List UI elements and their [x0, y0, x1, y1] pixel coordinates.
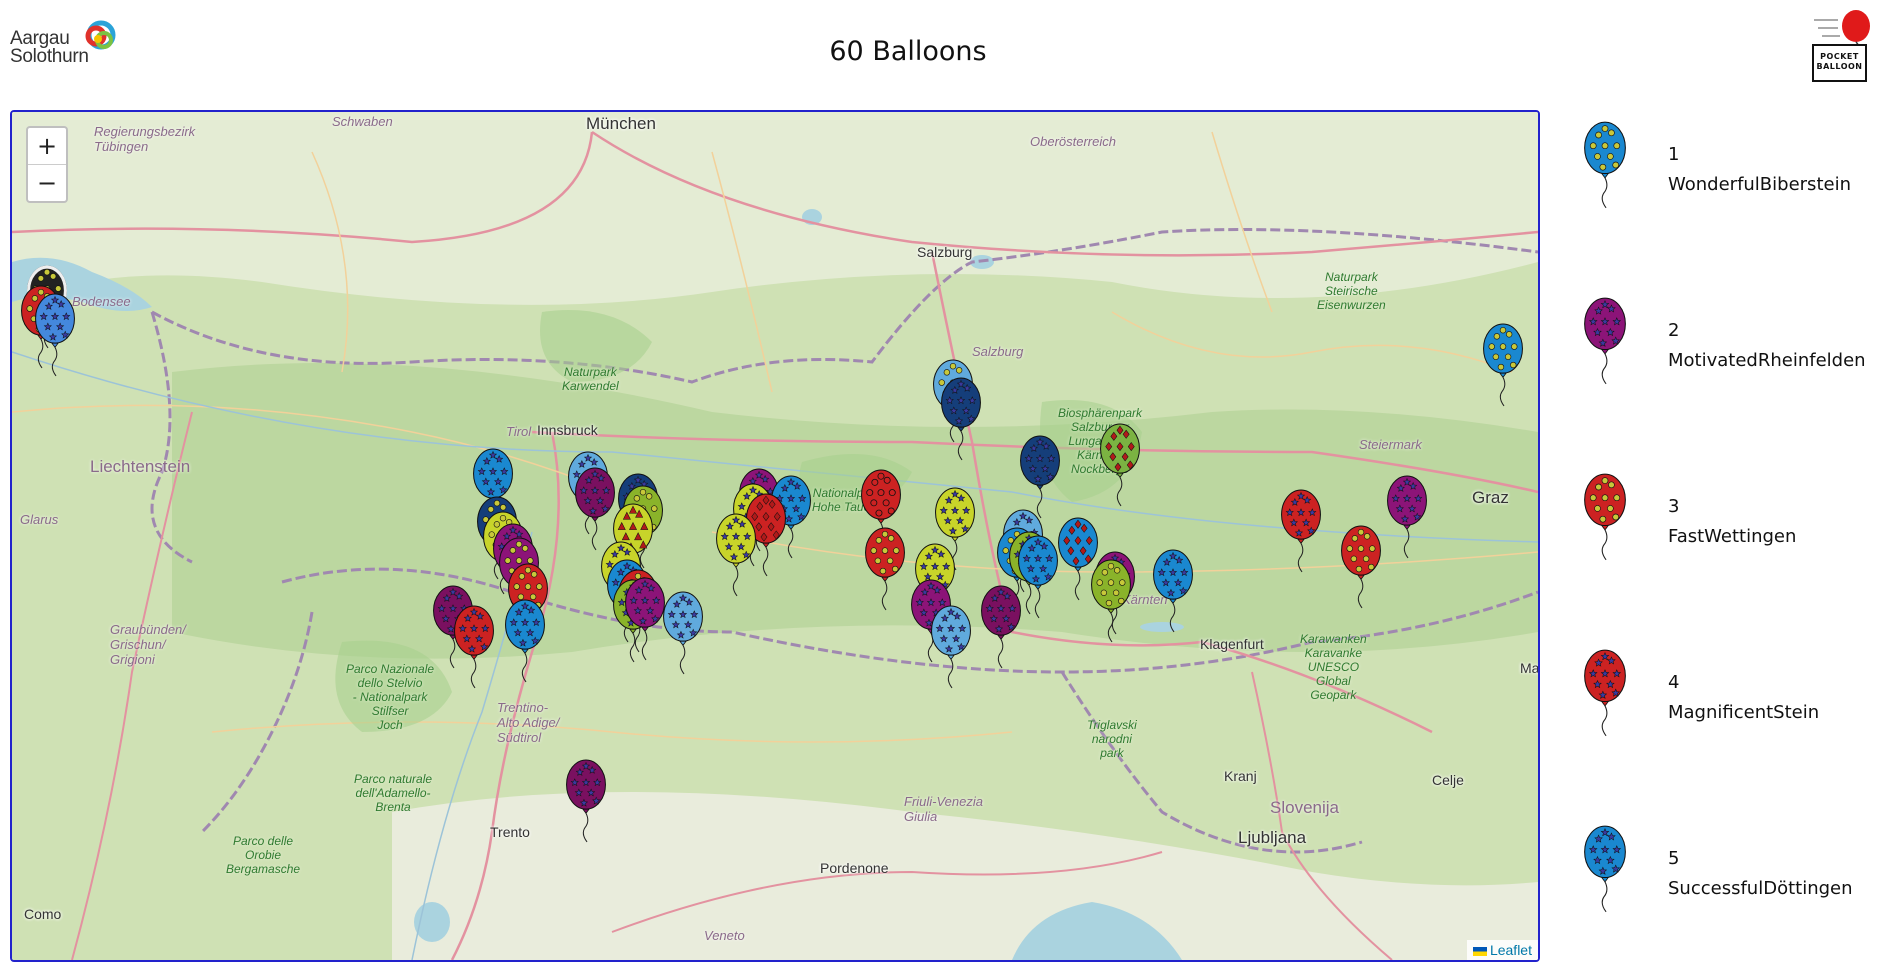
- leaderboard-rank: 5: [1668, 848, 1680, 869]
- balloon-marker[interactable]: [565, 758, 607, 844]
- leaderboard-name: FastWettingen: [1668, 526, 1797, 547]
- balloon-marker[interactable]: [930, 604, 972, 690]
- balloon-marker[interactable]: [662, 590, 704, 676]
- leaflet-link[interactable]: Leaflet: [1490, 942, 1532, 958]
- balloon-icon: [1584, 825, 1626, 913]
- leaderboard-rank: 4: [1668, 672, 1680, 693]
- balloon-marker[interactable]: [1386, 474, 1428, 560]
- balloon-map[interactable]: München Salzburg Salzburg Oberösterreich Sch…: [10, 110, 1540, 962]
- leaderboard-rank: 3: [1668, 496, 1680, 517]
- zoom-out-button[interactable]: −: [28, 164, 66, 201]
- leaderboard-name: WonderfulBiberstein: [1668, 174, 1851, 195]
- balloon-icon: [1584, 297, 1626, 385]
- leaderboard-name: SuccessfulDöttingen: [1668, 878, 1853, 899]
- balloon-marker[interactable]: [1152, 548, 1194, 634]
- leaderboard-entry[interactable]: 3 FastWettingen: [1580, 472, 1880, 572]
- ukraine-flag-icon: [1472, 946, 1487, 956]
- balloon-marker[interactable]: [864, 526, 906, 612]
- balloon-marker[interactable]: [715, 512, 757, 598]
- balloon-marker[interactable]: [940, 376, 982, 462]
- leaderboard-name: MagnificentStein: [1668, 702, 1820, 723]
- page-title: 60 Balloons: [829, 36, 987, 67]
- leaderboard-rank: 2: [1668, 320, 1680, 341]
- balloon-marker[interactable]: [34, 292, 76, 378]
- leaderboard-entry[interactable]: 1 WonderfulBiberstein: [1580, 120, 1880, 220]
- balloon-marker[interactable]: [453, 604, 495, 690]
- balloon-icon: [1584, 473, 1626, 561]
- leaderboard-entry[interactable]: 4 MagnificentStein: [1580, 648, 1880, 748]
- pocket-balloon-logo: POCKET BALLOON: [1810, 8, 1882, 82]
- balloon-marker[interactable]: [1090, 558, 1132, 644]
- balloon-marker[interactable]: [1099, 422, 1141, 508]
- leaderboard-rank: 1: [1668, 144, 1680, 165]
- balloon-icon: [1584, 649, 1626, 737]
- zoom-in-button[interactable]: +: [28, 128, 66, 164]
- balloon-marker[interactable]: [624, 576, 666, 662]
- leaderboard-entry[interactable]: 2 MotivatedRheinfelden: [1580, 296, 1880, 396]
- zoom-control: + −: [26, 126, 68, 203]
- leaderboard-entry[interactable]: 5 SuccessfulDöttingen: [1580, 824, 1880, 924]
- balloon-marker[interactable]: [1482, 322, 1524, 408]
- balloon-marker[interactable]: [980, 584, 1022, 670]
- balloon-marker[interactable]: [1017, 534, 1059, 620]
- balloon-icon: [1584, 121, 1626, 209]
- leaderboard-name: MotivatedRheinfelden: [1668, 350, 1866, 371]
- map-attribution: Leaflet: [1466, 940, 1538, 960]
- balloon-marker[interactable]: [1340, 524, 1382, 610]
- balloon-marker[interactable]: [1280, 488, 1322, 574]
- balloon-marker[interactable]: [504, 598, 546, 684]
